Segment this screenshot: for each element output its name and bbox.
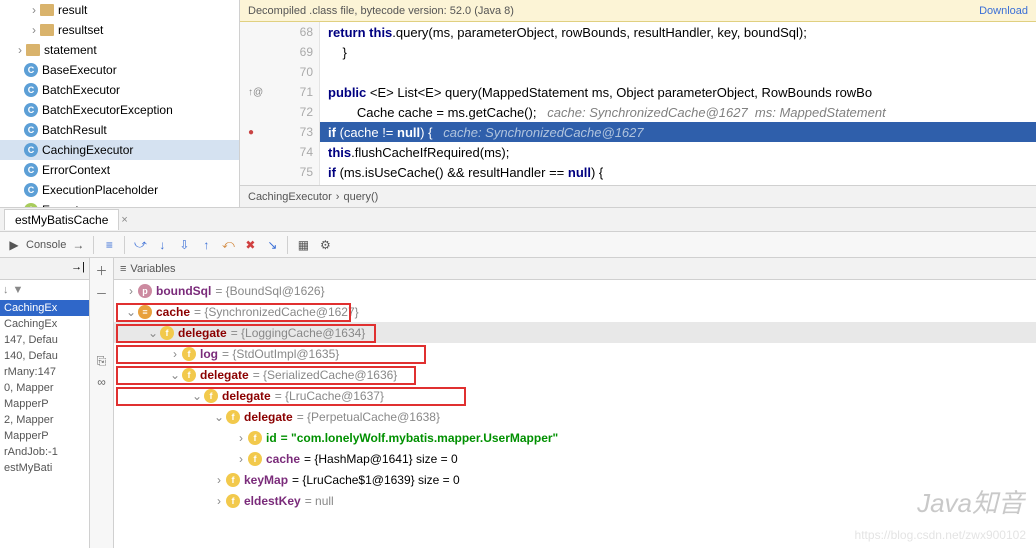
frame[interactable]: 140, Defau: [0, 348, 89, 364]
tree-item-batchresult[interactable]: CBatchResult: [0, 120, 239, 140]
tree-item-cachingexecutor[interactable]: CCachingExecutor: [0, 140, 239, 160]
tree-item-batchexecutorexception[interactable]: CBatchExecutorException: [0, 100, 239, 120]
variable-row[interactable]: ›feldestKey= null: [114, 490, 1036, 511]
settings-icon[interactable]: ⚙: [315, 235, 335, 255]
down-icon[interactable]: ↓: [3, 284, 9, 296]
step-over-icon[interactable]: ⤻: [130, 235, 150, 255]
line-gutter: 68697071↑@7273●7475: [240, 22, 320, 185]
debug-tabs: estMyBatisCache ×: [0, 208, 1036, 232]
tab-mybatiscache[interactable]: estMyBatisCache: [4, 209, 119, 230]
minus-icon[interactable]: －: [95, 285, 107, 302]
variables-panel: ≡Variables ›pboundSql= {BoundSql@1626}⌄≡…: [114, 258, 1036, 548]
frame[interactable]: 2, Mapper: [0, 412, 89, 428]
step-out-icon[interactable]: ↑: [196, 235, 216, 255]
tree-item-statement[interactable]: ›statement: [0, 40, 239, 60]
code-line-70[interactable]: [320, 62, 1036, 82]
variable-row[interactable]: ›fcache= {HashMap@1641} size = 0: [114, 448, 1036, 469]
code-line-74[interactable]: this.flushCacheIfRequired(ms);: [320, 142, 1036, 162]
decompiled-banner: Decompiled .class file, bytecode version…: [240, 0, 1036, 22]
frame[interactable]: estMyBati: [0, 460, 89, 476]
code-line-68[interactable]: return this.query(ms, parameterObject, r…: [320, 22, 1036, 42]
eval-icon[interactable]: ↘: [262, 235, 282, 255]
frame[interactable]: CachingEx: [0, 316, 89, 332]
link-icon[interactable]: ∞: [97, 375, 106, 389]
code-editor: Decompiled .class file, bytecode version…: [240, 0, 1036, 207]
copy-icon[interactable]: ⎘: [97, 354, 107, 369]
variable-row[interactable]: ›fkeyMap= {LruCache$1@1639} size = 0: [114, 469, 1036, 490]
tree-item-baseexecutor[interactable]: CBaseExecutor: [0, 60, 239, 80]
arrow-icon[interactable]: →: [68, 235, 88, 255]
variable-row[interactable]: ⌄fdelegate= {PerpetualCache@1638}: [114, 406, 1036, 427]
download-link[interactable]: Download: [979, 5, 1028, 17]
filter-icon[interactable]: →|: [71, 261, 85, 276]
drop-frame-icon[interactable]: ⤺: [218, 235, 238, 255]
tree-item-executionplaceholder[interactable]: CExecutionPlaceholder: [0, 180, 239, 200]
variable-row[interactable]: ›fid= "com.lonelyWolf.mybatis.mapper.Use…: [114, 427, 1036, 448]
variable-row[interactable]: ›pboundSql= {BoundSql@1626}: [114, 280, 1036, 301]
debug-toolbar: ▶ Console → ≡ ⤻ ↓ ⇩ ↑ ⤺ ✖ ↘ ▦ ⚙: [0, 232, 1036, 258]
variable-row[interactable]: ⌄≡cache= {SynchronizedCache@1627}: [114, 301, 1036, 322]
frame[interactable]: CachingEx: [0, 300, 89, 316]
code-line-69[interactable]: }: [320, 42, 1036, 62]
frame[interactable]: rAndJob:-1: [0, 444, 89, 460]
variable-row[interactable]: ⌄fdelegate= {LoggingCache@1634}: [114, 322, 1036, 343]
tree-item-result[interactable]: ›result: [0, 0, 239, 20]
code-line-72[interactable]: Cache cache = ms.getCache(); cache: Sync…: [320, 102, 1036, 122]
frames-panel: →| ↓ ▼ CachingExCachingEx147, Defau140, …: [0, 258, 90, 548]
code-line-73[interactable]: if (cache != null) { cache: Synchronized…: [320, 122, 1036, 142]
console-label[interactable]: Console: [26, 239, 66, 251]
code-body[interactable]: return this.query(ms, parameterObject, r…: [320, 22, 1036, 185]
watermark: Java知音: [917, 483, 1024, 520]
frame[interactable]: 0, Mapper: [0, 380, 89, 396]
frame[interactable]: rMany:147: [0, 364, 89, 380]
variable-row[interactable]: ⌄fdelegate= {SerializedCache@1636}: [114, 364, 1036, 385]
breadcrumb[interactable]: CachingExecutor›query(): [240, 185, 1036, 207]
variable-row[interactable]: ›flog= {StdOutImpl@1635}: [114, 343, 1036, 364]
code-line-71[interactable]: public <E> List<E> query(MappedStatement…: [320, 82, 1036, 102]
plus-icon[interactable]: ＋: [95, 262, 107, 279]
funnel-icon[interactable]: ▼: [13, 284, 24, 296]
stack-icon[interactable]: ≡: [99, 235, 119, 255]
run-cursor-icon[interactable]: ✖: [240, 235, 260, 255]
watermark-url: https://blog.csdn.net/zwx900102: [855, 528, 1026, 542]
project-tree[interactable]: ›result›resultset›statementCBaseExecutor…: [0, 0, 240, 207]
code-line-75[interactable]: if (ms.isUseCache() && resultHandler == …: [320, 162, 1036, 182]
force-step-icon[interactable]: ⇩: [174, 235, 194, 255]
tree-item-batchexecutor[interactable]: CBatchExecutor: [0, 80, 239, 100]
variable-row[interactable]: ⌄fdelegate= {LruCache@1637}: [114, 385, 1036, 406]
banner-text: Decompiled .class file, bytecode version…: [248, 5, 514, 17]
frame[interactable]: MapperP: [0, 428, 89, 444]
tree-item-errorcontext[interactable]: CErrorContext: [0, 160, 239, 180]
tree-item-executor[interactable]: IExecutor: [0, 200, 239, 207]
frame[interactable]: MapperP: [0, 396, 89, 412]
frame[interactable]: 147, Defau: [0, 332, 89, 348]
vars-title: Variables: [130, 263, 175, 275]
tree-item-resultset[interactable]: ›resultset: [0, 20, 239, 40]
console-icon[interactable]: ▶: [4, 235, 24, 255]
vars-gutter: ＋ － ⎘ ∞: [90, 258, 114, 548]
grid-icon[interactable]: ▦: [293, 235, 313, 255]
step-into-icon[interactable]: ↓: [152, 235, 172, 255]
